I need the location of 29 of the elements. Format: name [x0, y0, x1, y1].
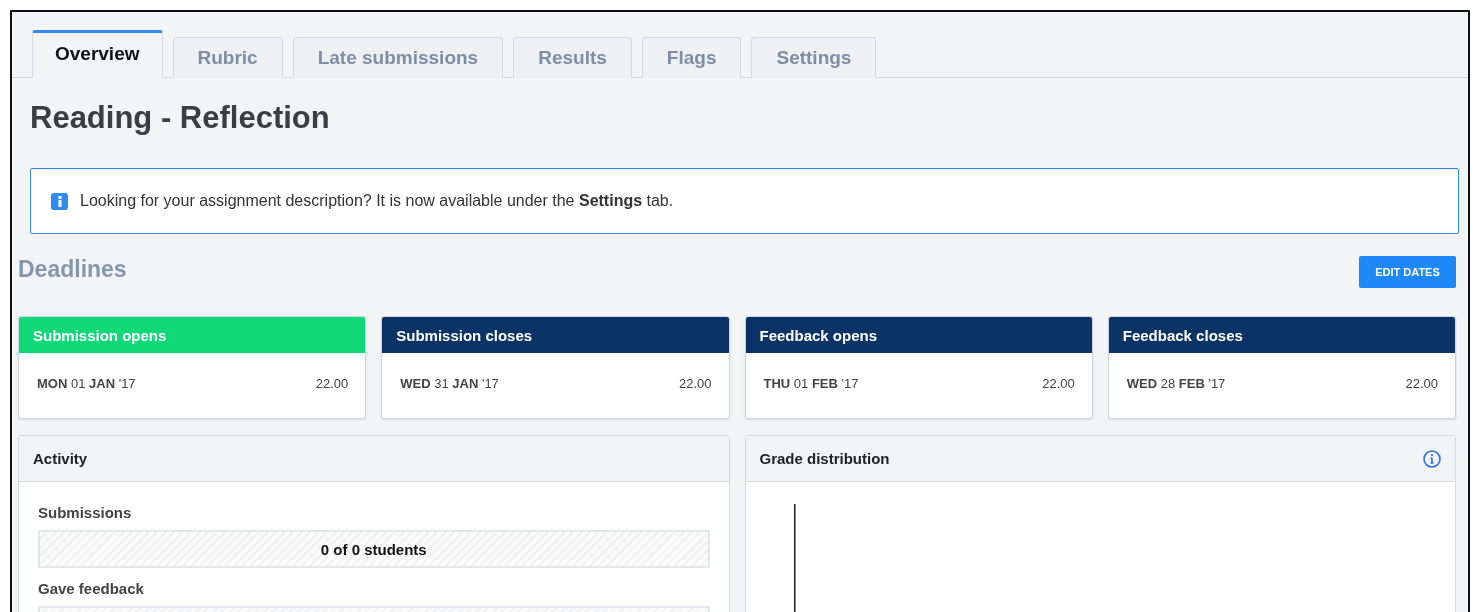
tab[interactable]: Settings	[751, 37, 877, 78]
section-title: Deadlines	[18, 256, 127, 283]
meter-label: Gave feedback	[38, 580, 145, 597]
deadline-time: 22.00	[1042, 376, 1075, 391]
card-header: Feedback closes	[1108, 317, 1455, 353]
panel-title: Activity	[33, 450, 88, 467]
tab[interactable]: Overview	[32, 30, 163, 78]
tab[interactable]: Late submissions	[292, 37, 504, 78]
edit-dates-button[interactable]: EDIT DATES	[1359, 256, 1456, 288]
tab[interactable]: Rubric	[172, 37, 283, 78]
deadline-time: 22.00	[1405, 376, 1438, 391]
tab[interactable]: Results	[513, 37, 632, 78]
deadline-date: MON 01 JAN '17	[37, 376, 136, 391]
deadline-date: WED 31 JAN '17	[400, 376, 499, 391]
card-header: Submission closes	[382, 317, 729, 353]
card-header: Feedback opens	[745, 317, 1092, 353]
deadline-time: 22.00	[678, 376, 712, 391]
deadline-time: 22.00	[315, 376, 349, 391]
meter-label: Submissions	[38, 504, 133, 521]
card-header: Submission opens	[19, 317, 366, 353]
info-icon	[51, 192, 68, 210]
tab[interactable]: Flags	[641, 37, 742, 78]
deadline-date: THU 01 FEB '17	[763, 376, 859, 391]
notice-text: Looking for your assignment description? It is now available under the Settings tab.	[80, 192, 674, 210]
progress-reading: 0 of 0 students	[320, 540, 427, 558]
info-icon[interactable]	[1423, 449, 1441, 468]
deadline-date: WED 28 FEB '17	[1126, 376, 1226, 391]
page-title: Reading - Reflection	[30, 100, 331, 136]
panel-title: Grade distribution	[759, 450, 890, 467]
